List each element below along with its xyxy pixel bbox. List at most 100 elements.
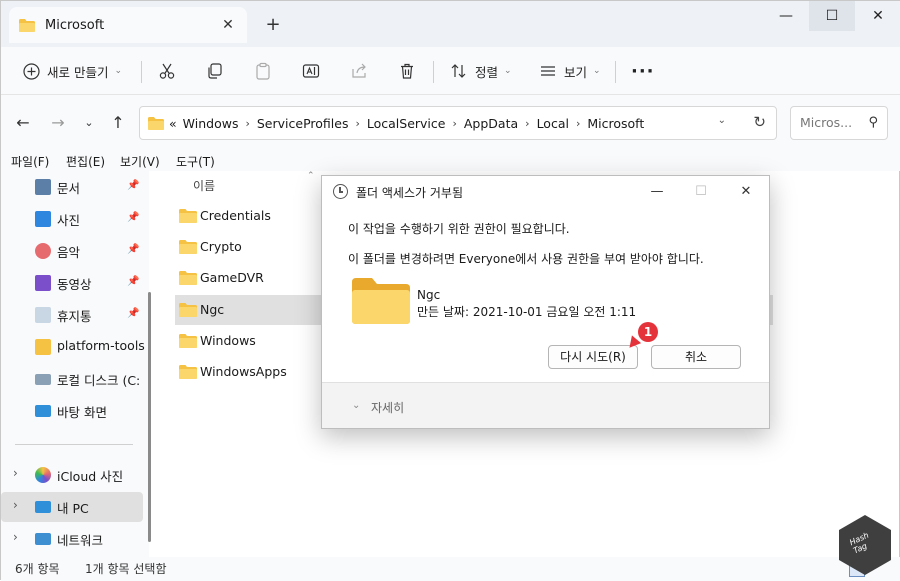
rename-button[interactable]	[301, 55, 321, 87]
breadcrumb-microsoft[interactable]: Microsoft	[587, 116, 644, 131]
sort-label: 정렬	[475, 64, 499, 80]
sidebar-item-label: 사진	[57, 213, 81, 228]
folder-icon	[179, 334, 197, 348]
breadcrumb-separator-icon: ›	[355, 116, 360, 130]
tab-close-icon[interactable]: ✕	[219, 16, 237, 34]
chevron-right-icon[interactable]: ›	[13, 466, 18, 480]
chevron-right-icon[interactable]: ›	[13, 498, 18, 512]
sidebar-item-platform-tools[interactable]: platform-tools	[1, 332, 145, 362]
new-button[interactable]: 새로 만들기 ⌄	[21, 55, 122, 87]
menu-view[interactable]: 보기(V)	[120, 153, 160, 170]
new-button-label: 새로 만들기	[47, 64, 109, 80]
menu-tools[interactable]: 도구(T)	[176, 153, 215, 170]
folder-access-denied-dialog: 폴더 액세스가 거부됨 — ☐ ✕ 이 작업을 수행하기 위한 권한이 필요합니…	[321, 175, 770, 429]
breadcrumb-appdata[interactable]: AppData	[464, 116, 518, 131]
sidebar-item-label: iCloud 사진	[57, 469, 124, 484]
breadcrumb-serviceprofiles[interactable]: ServiceProfiles	[257, 116, 349, 131]
item-count: 6개 항목	[15, 562, 60, 576]
sidebar-item-music[interactable]: 음악 📌	[1, 236, 143, 266]
videos-icon	[35, 275, 51, 291]
folder-icon	[179, 209, 197, 223]
share-button[interactable]	[349, 55, 369, 87]
sidebar-item-desktop[interactable]: 바탕 화면	[1, 396, 143, 426]
command-bar: 새로 만들기 ⌄ 정렬 ⌄ 보기 ⌄ ···	[1, 47, 900, 95]
search-icon: ⚲	[868, 115, 878, 130]
pc-icon	[35, 501, 51, 513]
back-arrow-icon[interactable]: ←	[11, 111, 35, 135]
pin-icon: 📌	[127, 308, 140, 319]
dialog-message: 이 작업을 수행하기 위한 권한이 필요합니다.	[348, 222, 570, 236]
maximize-button[interactable]: ☐	[809, 1, 855, 31]
cancel-button[interactable]: 취소	[651, 345, 741, 369]
copy-button[interactable]	[205, 55, 225, 87]
status-bar: 6개 항목 1개 항목 선택함	[1, 557, 900, 581]
sort-icon	[449, 61, 469, 81]
breadcrumb-localservice[interactable]: LocalService	[367, 116, 446, 131]
breadcrumb-overflow[interactable]: «	[169, 116, 177, 131]
sidebar-item-recycle-bin[interactable]: 휴지통 📌	[1, 300, 143, 330]
recent-locations-chevron-icon[interactable]: ⌄	[77, 111, 101, 135]
scissors-icon	[157, 61, 177, 81]
view-button[interactable]: 보기 ⌄	[538, 55, 601, 87]
search-placeholder: Micros...	[800, 115, 853, 130]
new-tab-button[interactable]: +	[263, 15, 283, 35]
tab-microsoft[interactable]: Microsoft ✕	[9, 7, 247, 43]
up-arrow-icon[interactable]: ↑	[106, 111, 130, 135]
step-badge: 1	[638, 322, 658, 342]
menu-edit[interactable]: 편집(E)	[66, 153, 105, 170]
menu-bar: 파일(F) 편집(E) 보기(V) 도구(T)	[1, 151, 900, 171]
dialog-minimize-button[interactable]: —	[640, 180, 674, 204]
sidebar-item-label: 내 PC	[57, 501, 89, 516]
address-history-chevron-icon[interactable]: ⌄	[718, 115, 726, 126]
large-folder-icon	[352, 278, 410, 324]
refresh-icon[interactable]: ↻	[753, 113, 766, 131]
view-label: 보기	[564, 64, 588, 80]
paste-button[interactable]	[253, 55, 273, 87]
icloud-photos-icon	[35, 467, 51, 483]
details-toggle[interactable]: 자세히	[371, 399, 404, 416]
breadcrumb-separator-icon: ›	[525, 116, 530, 130]
sort-button[interactable]: 정렬 ⌄	[449, 55, 512, 87]
file-name: Ngc	[200, 302, 225, 317]
delete-button[interactable]	[397, 55, 417, 87]
breadcrumb-local[interactable]: Local	[537, 116, 569, 131]
dialog-permission-message: 이 폴더를 변경하려면 Everyone에서 사용 권한을 부여 받아야 합니다…	[348, 252, 704, 266]
sidebar-item-videos[interactable]: 동영상 📌	[1, 268, 143, 298]
sort-indicator-icon: ⌃	[307, 171, 315, 181]
view-list-icon	[538, 61, 558, 81]
sidebar-item-icloud-photos[interactable]: › iCloud 사진	[1, 460, 143, 490]
address-bar[interactable]: « Windows › ServiceProfiles › LocalServi…	[139, 106, 777, 140]
pictures-icon	[35, 211, 51, 227]
desktop-icon	[35, 405, 51, 417]
sidebar-item-this-pc[interactable]: › 내 PC	[1, 492, 143, 522]
sidebar-item-local-disk[interactable]: 로컬 디스크 (C:	[1, 364, 143, 394]
forward-arrow-icon[interactable]: →	[46, 111, 70, 135]
search-input[interactable]: Micros... ⚲	[790, 106, 888, 140]
more-options-button[interactable]: ···	[631, 55, 655, 87]
minimize-button[interactable]: —	[763, 1, 809, 31]
sidebar-item-label: 동영상	[57, 277, 92, 292]
pin-icon: 📌	[127, 180, 140, 191]
cut-button[interactable]	[157, 55, 177, 87]
chevron-right-icon[interactable]: ›	[13, 530, 18, 544]
breadcrumb-windows[interactable]: Windows	[183, 116, 239, 131]
chevron-down-icon[interactable]: ⌄	[352, 400, 360, 411]
dialog-close-button[interactable]: ✕	[729, 180, 763, 204]
dialog-title: 폴더 액세스가 거부됨	[356, 186, 463, 200]
folder-icon	[179, 303, 197, 317]
folder-icon	[35, 339, 51, 355]
menu-file[interactable]: 파일(F)	[11, 153, 49, 170]
sidebar-scrollbar[interactable]	[148, 292, 151, 542]
sidebar-item-documents[interactable]: 문서 📌	[1, 172, 143, 202]
documents-icon	[35, 179, 51, 195]
network-icon	[35, 533, 51, 545]
sidebar-item-pictures[interactable]: 사진 📌	[1, 204, 143, 234]
column-header-name[interactable]: 이름	[193, 177, 215, 194]
sidebar-item-label: 바탕 화면	[57, 405, 107, 420]
toolbar-divider	[615, 61, 616, 83]
sidebar-item-network[interactable]: › 네트워크	[1, 524, 143, 554]
paste-icon	[253, 61, 273, 81]
sidebar-item-label: 음악	[57, 245, 81, 260]
close-button[interactable]: ✕	[855, 1, 900, 31]
retry-button[interactable]: 다시 시도(R)	[548, 345, 638, 369]
